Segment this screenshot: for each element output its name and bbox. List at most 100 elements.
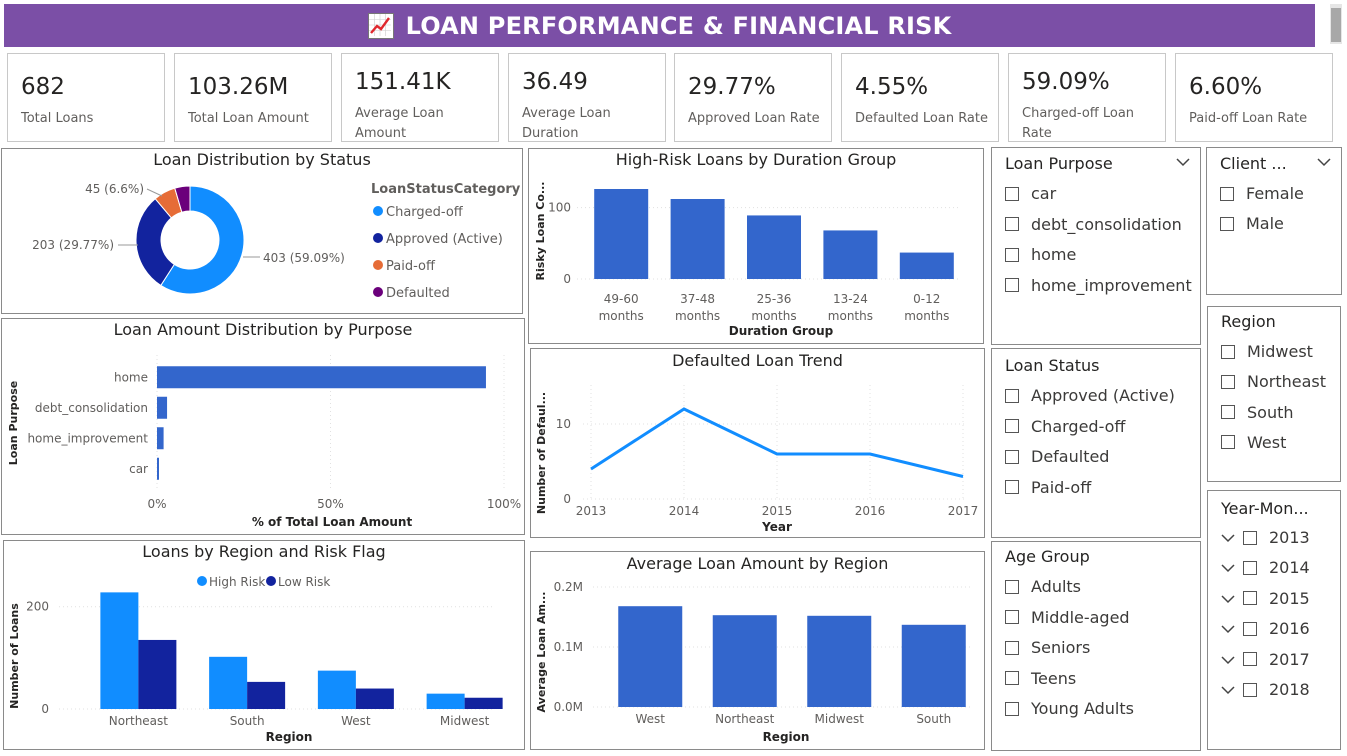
- slicer-item[interactable]: West: [1221, 433, 1286, 452]
- slicer-item[interactable]: Approved (Active): [1005, 386, 1175, 405]
- region-risk-bar-chart[interactable]: 0 200 High Risk Low Risk Northeast South West M…: [4, 541, 524, 749]
- kpi-card[interactable]: 151.41K Average Loan Amount: [341, 53, 499, 142]
- slicer-item-label: Defaulted: [1031, 447, 1110, 466]
- y-axis-title: Average Loan Am...: [535, 592, 548, 713]
- chevron-down-icon[interactable]: [1317, 156, 1331, 171]
- bar: [712, 615, 777, 707]
- x-tick-label: 0-12: [913, 292, 940, 306]
- kpi-card[interactable]: 59.09% Charged-off Loan Rate: [1008, 53, 1166, 142]
- checkbox[interactable]: [1243, 530, 1257, 545]
- year-month-slicer[interactable]: Year-Mon... 2013 2014 2015 2016 2017 2018: [1207, 490, 1341, 750]
- kpi-card[interactable]: 103.26M Total Loan Amount: [174, 53, 332, 142]
- purpose-panel[interactable]: Loan Amount Distribution by Purpose 0% 50…: [1, 318, 525, 535]
- checkbox[interactable]: [1221, 435, 1235, 450]
- checkbox[interactable]: [1220, 216, 1234, 231]
- slicer-item[interactable]: Teens: [1005, 669, 1076, 688]
- kpi-card[interactable]: 6.60% Paid-off Loan Rate: [1175, 53, 1333, 142]
- slicer-item[interactable]: home: [1005, 245, 1076, 264]
- checkbox[interactable]: [1243, 652, 1257, 667]
- slicer-item-label: home: [1031, 245, 1077, 265]
- slicer-item[interactable]: South: [1221, 403, 1294, 422]
- x-tick-label: 2015: [762, 504, 793, 518]
- x-tick-label: 100%: [487, 497, 521, 511]
- slicer-item[interactable]: Defaulted: [1005, 447, 1109, 466]
- defaulted-line-chart[interactable]: 0 10 2013 2014 2015 2016 2017 Year Number of Def…: [531, 349, 984, 537]
- kpi-card[interactable]: 4.55% Defaulted Loan Rate: [841, 53, 999, 142]
- checkbox[interactable]: [1005, 480, 1019, 494]
- checkbox[interactable]: [1243, 591, 1257, 606]
- region-slicer[interactable]: Region Midwest Northeast South West: [1207, 306, 1341, 482]
- checkbox[interactable]: [1221, 374, 1235, 389]
- checkbox[interactable]: [1005, 247, 1019, 262]
- expand-chevron-icon[interactable]: [1221, 589, 1235, 608]
- checkbox[interactable]: [1243, 621, 1257, 636]
- slicer-item[interactable]: Young Adults: [1005, 699, 1134, 718]
- slicer-item[interactable]: debt_consolidation: [1005, 215, 1182, 234]
- kpi-card[interactable]: 29.77% Approved Loan Rate: [674, 53, 832, 142]
- slicer-item[interactable]: 2015: [1221, 589, 1310, 608]
- loan-purpose-slicer[interactable]: Loan Purpose car debt_consolidation home hom…: [991, 147, 1201, 345]
- slicer-item[interactable]: home_improvement: [1005, 276, 1192, 295]
- loan-status-slicer[interactable]: Loan Status Approved (Active) Charged-off D…: [991, 348, 1201, 538]
- checkbox[interactable]: [1005, 671, 1019, 685]
- defaulted-panel[interactable]: Defaulted Loan Trend 0 10 2013 2014 2015 2016…: [530, 348, 985, 538]
- slicer-item[interactable]: Male: [1220, 214, 1284, 233]
- slicer-item[interactable]: Midwest: [1221, 342, 1313, 361]
- slicer-item[interactable]: Seniors: [1005, 638, 1090, 657]
- kpi-card[interactable]: 682 Total Loans: [7, 53, 165, 142]
- checkbox[interactable]: [1221, 405, 1235, 420]
- checkbox[interactable]: [1005, 640, 1019, 655]
- avg-region-panel[interactable]: Average Loan Amount by Region 0.0M 0.1M 0.…: [530, 551, 985, 750]
- checkbox[interactable]: [1243, 560, 1257, 575]
- slicer-item[interactable]: 2018: [1221, 680, 1310, 699]
- slicer-item[interactable]: Charged-off: [1005, 417, 1125, 436]
- chevron-down-icon[interactable]: [1176, 156, 1190, 171]
- slicer-item[interactable]: Paid-off: [1005, 478, 1091, 497]
- y-tick-label: home_improvement: [27, 431, 148, 445]
- scrollbar-thumb[interactable]: [1331, 8, 1341, 42]
- slicer-item[interactable]: 2014: [1221, 558, 1310, 577]
- checkbox[interactable]: [1005, 610, 1019, 624]
- legend-label: Defaulted: [386, 286, 450, 301]
- slicer-item[interactable]: Middle-aged: [1005, 608, 1130, 627]
- slicer-item[interactable]: Adults: [1005, 577, 1081, 596]
- expand-chevron-icon[interactable]: [1221, 619, 1235, 638]
- client-gender-slicer[interactable]: Client ... Female Male: [1206, 147, 1342, 295]
- region-risk-panel[interactable]: Loans by Region and Risk Flag 0 200 High R…: [3, 540, 525, 750]
- slicer-item-label: Northeast: [1247, 372, 1327, 392]
- kpi-label: Average Loan Duration: [522, 104, 611, 144]
- checkbox[interactable]: [1005, 579, 1019, 594]
- x-axis-title: % of Total Loan Amount: [252, 515, 413, 529]
- avg-region-bar-chart[interactable]: 0.0M 0.1M 0.2M West Northeast Midwest South Reg…: [531, 552, 984, 749]
- checkbox[interactable]: [1005, 278, 1019, 293]
- checkbox[interactable]: [1005, 217, 1019, 232]
- slicer-item[interactable]: 2017: [1221, 650, 1310, 669]
- checkbox[interactable]: [1243, 682, 1257, 697]
- expand-chevron-icon[interactable]: [1221, 528, 1235, 547]
- checkbox[interactable]: [1221, 344, 1235, 359]
- purpose-bar-chart[interactable]: 0% 50% 100% home debt_consolidation home_impr…: [2, 319, 524, 534]
- expand-chevron-icon[interactable]: [1221, 650, 1235, 669]
- slicer-item[interactable]: Northeast: [1221, 372, 1326, 391]
- checkbox[interactable]: [1005, 701, 1019, 716]
- highrisk-panel[interactable]: High-Risk Loans by Duration Group 0 100 49…: [528, 148, 984, 344]
- slicer-item[interactable]: 2013: [1221, 528, 1310, 547]
- slicer-item[interactable]: 2016: [1221, 619, 1310, 638]
- highrisk-bar-chart[interactable]: 0 100 49-60 months 37-48 months 25-36 months 13-…: [529, 149, 983, 343]
- checkbox[interactable]: [1005, 186, 1019, 201]
- bar: [157, 396, 168, 419]
- checkbox[interactable]: [1220, 186, 1234, 201]
- kpi-card[interactable]: 36.49 Average Loan Duration: [508, 53, 666, 142]
- checkbox[interactable]: [1005, 419, 1019, 433]
- checkbox[interactable]: [1005, 449, 1019, 464]
- expand-chevron-icon[interactable]: [1221, 558, 1235, 577]
- slicer-item[interactable]: Female: [1220, 184, 1304, 203]
- status-donut-chart[interactable]: 403 (59.09%) 203 (29.77%) 45 (6.6%) LoanSta…: [2, 149, 522, 313]
- status-donut-panel[interactable]: Loan Distribution by Status 403 (59.09%)…: [1, 148, 523, 314]
- kpi-label-line: Paid-off Loan Rate: [1189, 111, 1308, 126]
- slicer-item[interactable]: car: [1005, 184, 1056, 203]
- expand-chevron-icon[interactable]: [1221, 680, 1235, 699]
- age-group-slicer[interactable]: Age Group Adults Middle-aged Seniors Teens Yo…: [991, 541, 1201, 751]
- data-label: 203 (29.77%): [32, 238, 114, 252]
- checkbox[interactable]: [1005, 388, 1019, 403]
